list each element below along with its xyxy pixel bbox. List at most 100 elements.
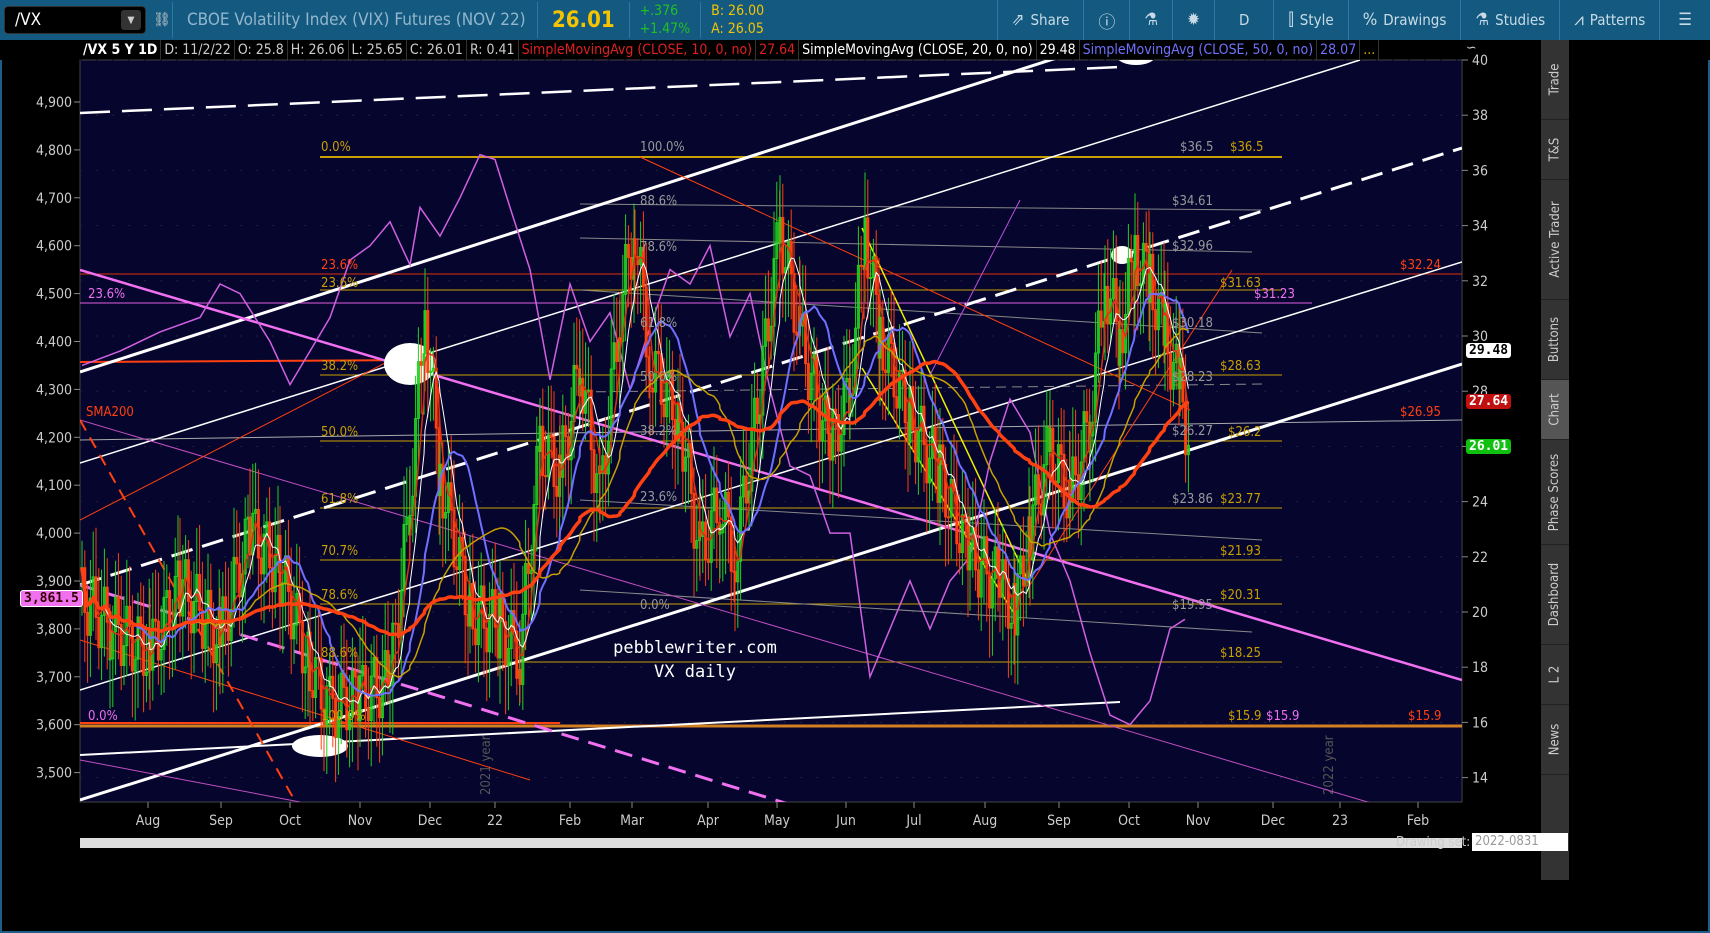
candle-body xyxy=(1136,235,1140,287)
candle-body xyxy=(549,434,553,438)
candle-body xyxy=(575,364,579,370)
candle-body xyxy=(869,277,873,280)
side-tab-phase-scores[interactable]: Phase Scores xyxy=(1541,440,1569,545)
candle-body xyxy=(733,570,737,583)
candle-body xyxy=(259,557,263,575)
candle-body xyxy=(130,625,134,672)
candle-body xyxy=(895,396,899,409)
candle-body xyxy=(426,310,430,373)
side-tab-news[interactable]: News xyxy=(1541,705,1569,775)
candle-body xyxy=(1106,285,1110,325)
candle-body xyxy=(804,313,808,365)
left-tick-label: 4,500 xyxy=(36,287,72,303)
fib2-label: 38.2% xyxy=(640,424,677,439)
candle-body xyxy=(900,369,904,372)
candle-body xyxy=(142,627,146,676)
right-tick-label: 22 xyxy=(1472,550,1488,566)
candle-body xyxy=(1154,309,1158,331)
right-tick-label: 24 xyxy=(1472,495,1488,511)
candle-body xyxy=(892,342,896,398)
side-tab-buttons[interactable]: Buttons xyxy=(1541,300,1569,380)
time-tick-label: Feb xyxy=(559,813,581,829)
time-tick-label: May xyxy=(764,813,791,829)
side-tab-label: Trade xyxy=(1547,63,1563,96)
red-fib-label: 23.6% xyxy=(321,258,358,273)
fib2-label: 78.6% xyxy=(640,240,677,255)
side-tab-t-s[interactable]: T&S xyxy=(1541,120,1569,180)
gray-price-label: $32.96 xyxy=(1172,239,1213,254)
candle-body xyxy=(651,387,655,393)
left-tick-label: 3,500 xyxy=(36,766,72,782)
candle-body xyxy=(555,485,559,497)
fib1-label: 88.6% xyxy=(321,646,358,661)
time-axis: Aug Sep Oct Nov Dec 22 Feb Mar Apr May Jun Jul Aug Se… xyxy=(136,802,1429,829)
gray-price-label: $26.27 xyxy=(1172,424,1213,439)
horizontal-scrollbar[interactable] xyxy=(80,838,1462,848)
candle-body xyxy=(116,596,120,625)
price-chart[interactable]: 2021 year 2022 year 0.0% 23.6% 38.2% 50.… xyxy=(0,0,1710,933)
time-tick-label: Dec xyxy=(418,813,442,829)
candle-body xyxy=(378,697,382,719)
left-tick-label: 3,600 xyxy=(36,718,72,734)
drawing-set-selector[interactable]: 2022-0831 xyxy=(1472,833,1568,851)
left-tick-label: 4,100 xyxy=(36,478,72,494)
candle-body xyxy=(662,403,666,418)
gray-price-label: $28.23 xyxy=(1172,370,1213,385)
time-tick-label: Aug xyxy=(973,813,998,829)
gray-price-label: $34.61 xyxy=(1172,194,1213,209)
year-2022-label: 2022 year xyxy=(1322,735,1337,795)
candle-body xyxy=(1059,444,1063,455)
candle-body xyxy=(394,622,398,625)
candle-body xyxy=(1021,555,1025,587)
watermark-line1: pebblewriter.com xyxy=(613,638,777,658)
fib1-label: 70.7% xyxy=(321,544,358,559)
right-tick-label: 32 xyxy=(1472,274,1488,290)
candle-body xyxy=(1144,242,1148,252)
time-tick-label: Apr xyxy=(697,813,720,829)
gray-price-label: $19.95 xyxy=(1172,598,1213,613)
candle-body xyxy=(889,334,893,344)
gold-price-label: $36.5 xyxy=(1230,140,1263,155)
side-tab-active-trader[interactable]: Active Trader xyxy=(1541,180,1569,300)
time-tick-label: Sep xyxy=(1047,813,1071,829)
time-tick-label: Oct xyxy=(279,813,301,829)
left-axis: 4,900 4,800 4,700 4,600 4,500 4,400 4,300 4,200… xyxy=(36,95,80,782)
time-tick-label: Nov xyxy=(348,813,373,829)
time-tick-label: Aug xyxy=(136,813,161,829)
right-tick-label: 36 xyxy=(1472,163,1488,179)
candle-body xyxy=(806,363,810,401)
candle-body xyxy=(626,244,630,258)
sma10-badge: 27.64 xyxy=(1466,394,1512,409)
side-tab-chart[interactable]: Chart xyxy=(1541,380,1569,440)
candle-body xyxy=(744,475,748,504)
side-tab-label: Active Trader xyxy=(1547,201,1563,278)
red-price-label: $15.9 xyxy=(1408,709,1441,724)
study-toggle-icon[interactable]: ∽ xyxy=(1466,40,1477,56)
left-tick-label: 4,600 xyxy=(36,239,72,255)
side-tab-dashboard[interactable]: Dashboard xyxy=(1541,545,1569,645)
side-tab-l-2[interactable]: L 2 xyxy=(1541,645,1569,705)
gold-price-label: $21.93 xyxy=(1220,544,1261,559)
candle-body xyxy=(1151,253,1155,311)
candle-body xyxy=(656,350,660,355)
candle-body xyxy=(955,489,959,545)
candle-body xyxy=(86,611,90,636)
gold-price-label: $20.31 xyxy=(1220,588,1261,603)
candle-body xyxy=(692,492,696,549)
candle-body xyxy=(618,337,622,343)
candle-body xyxy=(226,610,230,641)
right-tick-label: 20 xyxy=(1472,605,1488,621)
candle-body xyxy=(268,521,272,569)
pink-price-label: $31.23 xyxy=(1254,287,1295,302)
red-price-label: $32.24 xyxy=(1400,258,1441,273)
right-tick-label: 38 xyxy=(1472,108,1488,124)
left-tick-label: 3,900 xyxy=(36,574,72,590)
candle-body xyxy=(615,342,619,362)
candle-body xyxy=(586,389,590,392)
gold-price-label: $26.2 xyxy=(1228,425,1261,440)
side-tab-label: Buttons xyxy=(1547,316,1563,363)
pink-fib-label: 23.6% xyxy=(88,287,125,302)
side-tab-trade[interactable]: Trade xyxy=(1541,40,1569,120)
time-tick-label: Sep xyxy=(209,813,233,829)
marker-ellipse xyxy=(292,735,348,757)
